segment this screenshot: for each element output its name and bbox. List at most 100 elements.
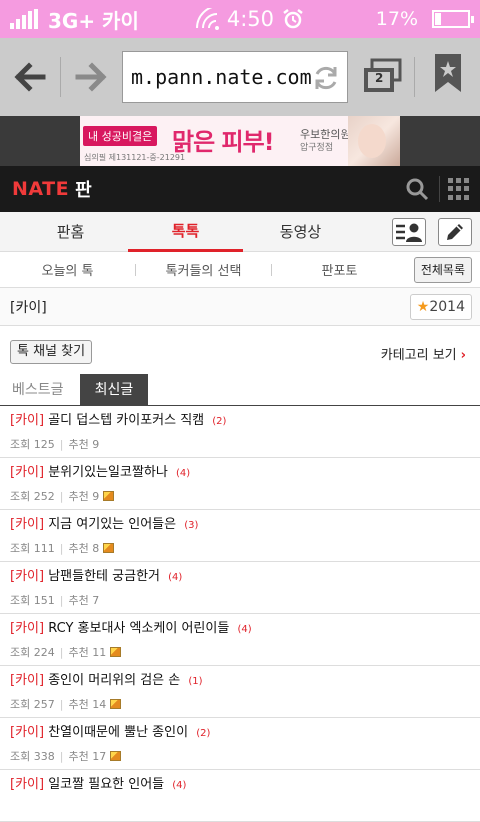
post-meta: 조회 257 | 추천 14 <box>10 696 470 712</box>
ad-banner[interactable]: 내 성공비결은 맑은 피부! 우보한의원 압구정점 심의필 제131121-중-… <box>80 116 400 166</box>
divider: | <box>59 697 64 711</box>
list-item[interactable]: [카이] 지금 여기있는 인어들은 (3) 조회 111 | 추천 8 <box>0 510 480 562</box>
nate-logo[interactable]: NATE <box>12 178 69 200</box>
menu-grid-icon[interactable] <box>448 178 470 200</box>
views-label: 조회 <box>10 750 31 763</box>
year-label: 2014 <box>429 299 465 315</box>
main-tabs: 판홈 톡톡 동영상 <box>0 212 480 252</box>
find-channel-button[interactable]: 톡 채널 찾기 <box>10 340 93 364</box>
battery-percent: 17% <box>375 8 418 30</box>
tab-best-posts[interactable]: 베스트글 <box>12 374 64 406</box>
pencil-icon <box>447 224 463 240</box>
image-icon <box>103 491 115 501</box>
list-item[interactable]: [카이] RCY 홍보대사 엑소케이 어린이들 (4) 조회 224 | 추천 … <box>0 614 480 666</box>
recommend-count: 14 <box>92 697 107 711</box>
comment-count: (3) <box>184 520 199 531</box>
ad-tagline: 내 성공비결은 <box>83 126 158 146</box>
subtab-today[interactable]: 오늘의 톡 <box>0 260 135 279</box>
list-item[interactable]: [카이] 찬열이때문에 뿔난 종인이 (2) 조회 338 | 추천 17 <box>0 718 480 770</box>
search-icon[interactable] <box>404 176 430 202</box>
post-meta: 조회 224 | 추천 11 <box>10 644 470 660</box>
post-title[interactable]: [카이] RCY 홍보대사 엑소케이 어린이들 (4) <box>10 619 470 640</box>
post-title[interactable]: [카이] 종인이 머리위의 검은 손 (1) <box>10 671 470 692</box>
post-tag: [카이] <box>10 413 45 428</box>
post-title[interactable]: [카이] 찬열이때문에 뿔난 종인이 (2) <box>10 723 470 744</box>
network-label: 3G+ 카이 <box>48 8 139 33</box>
post-title-text: 종인이 머리위의 검은 손 <box>48 673 181 688</box>
recommend-count: 8 <box>92 541 100 555</box>
divider: | <box>59 437 64 451</box>
comment-count: (4) <box>237 624 252 635</box>
view-count: 125 <box>33 437 55 451</box>
bookmark-icon <box>435 54 461 92</box>
post-tag: [카이] <box>10 569 45 584</box>
view-count: 252 <box>33 489 55 503</box>
reload-icon[interactable] <box>311 64 341 92</box>
post-title[interactable]: [카이] 남팬들한테 궁금한거 (4) <box>10 567 470 588</box>
list-item[interactable]: [카이] 일코짤 필요한 인어들 (4) <box>0 770 480 822</box>
recommend-count: 17 <box>92 749 107 763</box>
subtab-tokers-choice[interactable]: 톡커들의 선택 <box>136 260 271 279</box>
year-badge[interactable]: ★2014 <box>409 294 472 320</box>
my-page-button[interactable] <box>392 218 426 246</box>
ad-code: 심의필 제131121-중-21291 <box>84 153 186 162</box>
all-list-button[interactable]: 전체목록 <box>413 257 472 283</box>
recommend-label: 추천 <box>68 698 89 711</box>
view-count: 111 <box>33 541 55 555</box>
post-title[interactable]: [카이] 지금 여기있는 인어들은 (3) <box>10 515 470 536</box>
list-item[interactable]: [카이] 분위기있는일코짤하나 (4) 조회 252 | 추천 9 <box>0 458 480 510</box>
back-arrow-icon <box>14 62 46 92</box>
post-title-text: 찬열이때문에 뿔난 종인이 <box>48 725 189 740</box>
list-item[interactable]: [카이] 남팬들한테 궁금한거 (4) 조회 151 | 추천 7 <box>0 562 480 614</box>
post-title-text: RCY 홍보대사 엑소케이 어린이들 <box>48 621 230 636</box>
status-bar: 3G+ 카이 4:50 17% <box>0 0 480 38</box>
back-button[interactable] <box>0 38 60 116</box>
forward-arrow-icon <box>75 62 107 92</box>
tab-newest-posts[interactable]: 최신글 <box>80 374 148 406</box>
divider: | <box>59 593 64 607</box>
tab-pann-home[interactable]: 판홈 <box>13 212 128 252</box>
divider: | <box>59 541 64 555</box>
post-title-text: 골디 덥스텝 카이포커스 직캠 <box>48 413 205 428</box>
comment-count: (4) <box>172 780 187 791</box>
post-meta: 조회 338 | 추천 17 <box>10 748 470 764</box>
clock: 4:50 <box>226 7 275 31</box>
recommend-count: 9 <box>92 437 100 451</box>
bookmark-button[interactable] <box>420 54 476 98</box>
url-bar[interactable]: m.pann.nate.com <box>122 51 348 103</box>
tabs-button[interactable]: 2 <box>358 54 408 98</box>
views-label: 조회 <box>10 594 31 607</box>
recommend-label: 추천 <box>68 542 89 555</box>
url-text[interactable]: m.pann.nate.com <box>131 65 312 89</box>
subtab-pann-photo[interactable]: 판포토 <box>272 260 407 279</box>
post-meta: 조회 252 | 추천 9 <box>10 488 470 504</box>
post-tag: [카이] <box>10 673 45 688</box>
comment-count: (2) <box>196 728 211 739</box>
views-label: 조회 <box>10 438 31 451</box>
post-title[interactable]: [카이] 일코짤 필요한 인어들 (4) <box>10 775 470 796</box>
divider: | <box>59 489 64 503</box>
comment-count: (1) <box>188 676 203 687</box>
write-button[interactable] <box>438 218 472 246</box>
recommend-label: 추천 <box>68 438 89 451</box>
list-item[interactable]: [카이] 종인이 머리위의 검은 손 (1) 조회 257 | 추천 14 <box>0 666 480 718</box>
divider <box>414 57 415 97</box>
view-count: 224 <box>33 645 55 659</box>
category-link[interactable]: 카테고리 보기 › <box>381 344 466 363</box>
post-tag: [카이] <box>10 621 45 636</box>
list-item[interactable]: [카이] 골디 덥스텝 카이포커스 직캠 (2) 조회 125 | 추천 9 <box>0 406 480 458</box>
browser-toolbar: m.pann.nate.com 2 <box>0 38 480 116</box>
post-title-text: 일코짤 필요한 인어들 <box>48 777 165 792</box>
section-title[interactable]: 판 <box>75 176 92 202</box>
tab-toktok[interactable]: 톡톡 <box>128 212 243 252</box>
ad-headline: 맑은 피부! <box>172 128 275 156</box>
recommend-label: 추천 <box>68 750 89 763</box>
sub-tabs: 오늘의 톡 톡커들의 선택 판포토 전체목록 <box>0 252 480 288</box>
tab-video[interactable]: 동영상 <box>243 212 358 252</box>
post-tag: [카이] <box>10 725 45 740</box>
comment-count: (2) <box>212 416 227 427</box>
post-list: [카이] 골디 덥스텝 카이포커스 직캠 (2) 조회 125 | 추천 9 [… <box>0 406 480 822</box>
post-title[interactable]: [카이] 분위기있는일코짤하나 (4) <box>10 463 470 484</box>
post-title[interactable]: [카이] 골디 덥스텝 카이포커스 직캠 (2) <box>10 411 470 432</box>
forward-button[interactable] <box>61 38 121 116</box>
